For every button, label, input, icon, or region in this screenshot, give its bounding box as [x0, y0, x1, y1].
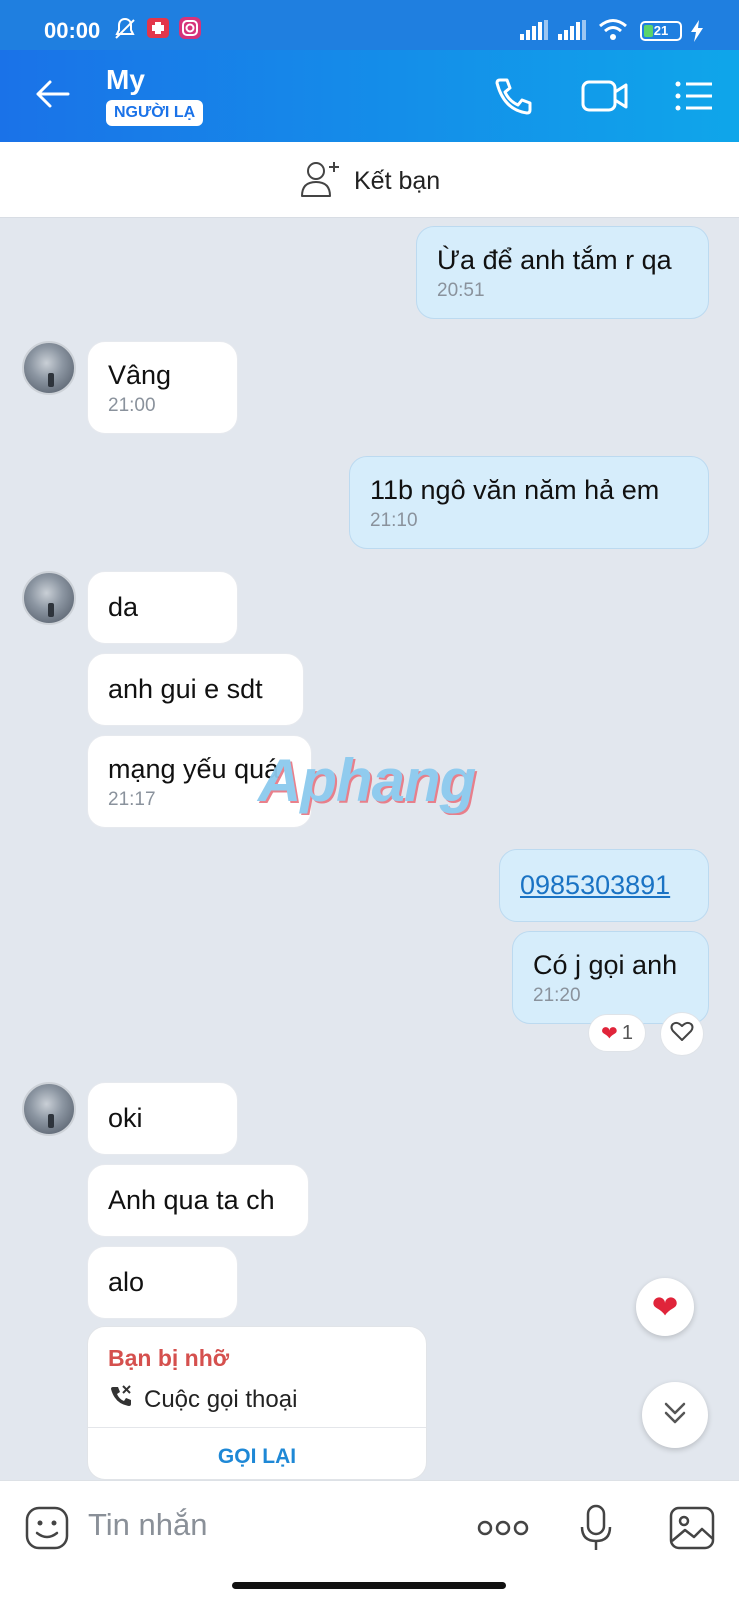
missed-call-card: Bạn bị nhỡ Cuộc gọi thoại GỌI LẠI	[87, 1326, 427, 1480]
message-bubble[interactable]: alo	[87, 1246, 238, 1319]
message-bubble[interactable]: 0985303891	[499, 849, 709, 922]
charging-icon	[690, 20, 704, 47]
message-text: anh gui e sdt	[108, 674, 263, 704]
message-bubble[interactable]: Vâng 21:00	[87, 341, 238, 434]
missed-call-icon	[108, 1383, 134, 1416]
call-type-label: Cuộc gọi thoại	[144, 1385, 298, 1413]
battery-level: 21	[653, 23, 669, 38]
microphone-icon[interactable]	[578, 1503, 614, 1558]
message-text: alo	[108, 1267, 145, 1297]
message-text: oki	[108, 1103, 143, 1133]
contact-avatar[interactable]	[22, 1082, 76, 1136]
message-text: Anh qua ta ch	[108, 1185, 275, 1215]
message-text: Vâng	[108, 360, 172, 390]
phone-call-icon[interactable]	[492, 74, 536, 123]
card-divider	[88, 1427, 426, 1428]
more-options-icon[interactable]	[476, 1517, 530, 1544]
heart-icon: ❤	[601, 1022, 618, 1045]
message-time: 21:20	[533, 985, 581, 1006]
message-bubble[interactable]: Anh qua ta ch	[87, 1164, 309, 1237]
instagram-icon	[178, 16, 202, 45]
image-gallery-icon[interactable]	[668, 1505, 716, 1556]
phone-number-link[interactable]: 0985303891	[520, 870, 688, 901]
message-text: Ừa để anh tắm r qa	[437, 245, 672, 275]
home-indicator	[232, 1582, 506, 1589]
message-text: da	[108, 592, 139, 622]
message-input[interactable]: Tin nhắn	[88, 1507, 208, 1543]
message-bubble[interactable]: Có j gọi anh 21:20	[512, 931, 709, 1024]
add-friend-label: Kết bạn	[354, 167, 441, 195]
heart-icon: ❤	[651, 1289, 679, 1325]
message-time: 21:10	[370, 510, 418, 531]
menu-list-icon[interactable]	[672, 74, 716, 123]
missed-call-title: Bạn bị nhỡ	[108, 1345, 230, 1371]
back-arrow-icon[interactable]	[32, 74, 72, 119]
status-time: 00:00	[44, 18, 101, 43]
signal-icon	[520, 20, 548, 45]
message-bubble[interactable]: 11b ngô văn năm hả em 21:10	[349, 456, 709, 549]
stranger-badge: NGƯỜI LẠ	[106, 100, 204, 126]
heart-outline-icon	[670, 1020, 694, 1048]
call-back-button[interactable]: GỌI LẠI	[88, 1445, 426, 1469]
chat-header: My NGƯỜI LẠ	[0, 50, 739, 142]
reaction-count: 1	[621, 1021, 633, 1044]
add-friend-bar[interactable]: Kết bạn	[0, 142, 739, 218]
message-bubble[interactable]: oki	[87, 1082, 238, 1155]
battery-indicator: 21	[640, 21, 682, 41]
watermark-logo: Aphang	[258, 747, 476, 814]
mute-notification-icon	[112, 16, 138, 47]
message-time: 21:00	[108, 395, 156, 416]
video-call-icon[interactable]	[580, 74, 630, 123]
scroll-down-button[interactable]	[642, 1382, 708, 1448]
message-bubble[interactable]: Ừa để anh tắm r qa 20:51	[416, 226, 709, 319]
message-bubble[interactable]: da	[87, 571, 238, 644]
app-notification-icon	[146, 16, 170, 45]
contact-name[interactable]: My	[106, 64, 145, 96]
double-chevron-down-icon	[660, 1398, 690, 1433]
wifi-icon	[598, 18, 628, 47]
contact-avatar[interactable]	[22, 571, 76, 625]
sticker-icon[interactable]	[24, 1505, 70, 1556]
message-time: 20:51	[437, 280, 485, 301]
status-bar: 00:00 21	[0, 0, 739, 50]
reaction-count-badge[interactable]: ❤ 1	[588, 1014, 646, 1052]
contact-avatar[interactable]	[22, 341, 76, 395]
signal-icon-2	[558, 20, 586, 45]
message-bubble[interactable]: anh gui e sdt	[87, 653, 304, 726]
quick-heart-button[interactable]: ❤	[636, 1278, 694, 1336]
add-user-icon	[300, 158, 342, 205]
add-reaction-button[interactable]	[660, 1012, 704, 1056]
message-text: 11b ngô văn năm hả em	[370, 475, 660, 505]
message-text: Có j gọi anh	[533, 950, 678, 980]
